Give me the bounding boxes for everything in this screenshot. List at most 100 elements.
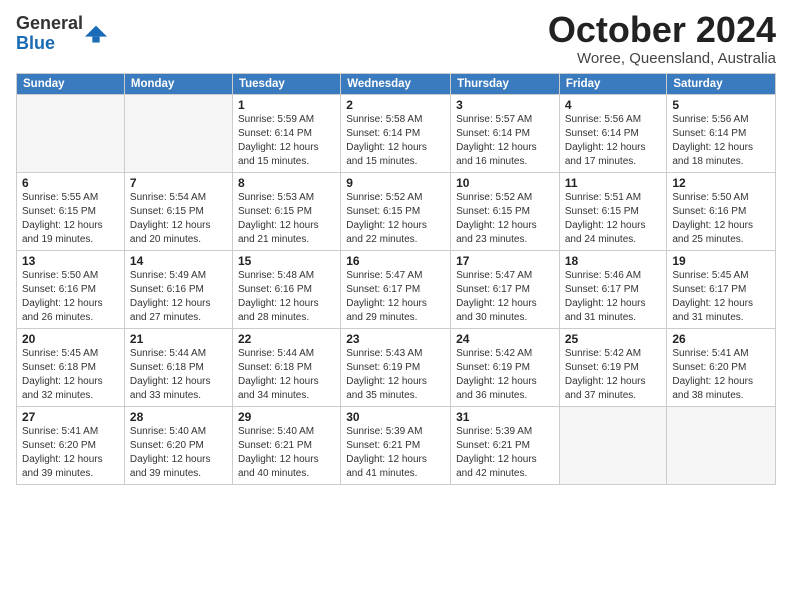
day-info: Sunrise: 5:58 AM Sunset: 6:14 PM Dayligh…	[346, 113, 445, 169]
day-number: 8	[238, 176, 335, 190]
calendar-cell: 21Sunrise: 5:44 AM Sunset: 6:18 PM Dayli…	[124, 328, 232, 406]
calendar-cell: 15Sunrise: 5:48 AM Sunset: 6:16 PM Dayli…	[232, 250, 340, 328]
calendar-cell: 5Sunrise: 5:56 AM Sunset: 6:14 PM Daylig…	[667, 94, 776, 172]
calendar-cell: 12Sunrise: 5:50 AM Sunset: 6:16 PM Dayli…	[667, 172, 776, 250]
calendar-cell: 3Sunrise: 5:57 AM Sunset: 6:14 PM Daylig…	[451, 94, 560, 172]
day-info: Sunrise: 5:44 AM Sunset: 6:18 PM Dayligh…	[130, 347, 227, 403]
day-number: 26	[672, 332, 770, 346]
calendar-cell: 29Sunrise: 5:40 AM Sunset: 6:21 PM Dayli…	[232, 406, 340, 484]
day-info: Sunrise: 5:56 AM Sunset: 6:14 PM Dayligh…	[565, 113, 662, 169]
day-info: Sunrise: 5:46 AM Sunset: 6:17 PM Dayligh…	[565, 269, 662, 325]
day-number: 18	[565, 254, 662, 268]
day-info: Sunrise: 5:50 AM Sunset: 6:16 PM Dayligh…	[22, 269, 119, 325]
day-number: 14	[130, 254, 227, 268]
calendar-cell: 10Sunrise: 5:52 AM Sunset: 6:15 PM Dayli…	[451, 172, 560, 250]
day-number: 12	[672, 176, 770, 190]
header: General Blue October 2024 Woree, Queensl…	[16, 10, 776, 67]
logo: General Blue	[16, 14, 107, 54]
calendar-cell: 26Sunrise: 5:41 AM Sunset: 6:20 PM Dayli…	[667, 328, 776, 406]
day-number: 4	[565, 98, 662, 112]
day-number: 27	[22, 410, 119, 424]
day-info: Sunrise: 5:55 AM Sunset: 6:15 PM Dayligh…	[22, 191, 119, 247]
month-title: October 2024	[548, 10, 776, 50]
day-info: Sunrise: 5:39 AM Sunset: 6:21 PM Dayligh…	[456, 425, 554, 481]
day-info: Sunrise: 5:47 AM Sunset: 6:17 PM Dayligh…	[346, 269, 445, 325]
week-row-3: 20Sunrise: 5:45 AM Sunset: 6:18 PM Dayli…	[17, 328, 776, 406]
day-info: Sunrise: 5:41 AM Sunset: 6:20 PM Dayligh…	[672, 347, 770, 403]
day-number: 9	[346, 176, 445, 190]
day-info: Sunrise: 5:53 AM Sunset: 6:15 PM Dayligh…	[238, 191, 335, 247]
logo-general-text: General	[16, 13, 83, 33]
day-info: Sunrise: 5:52 AM Sunset: 6:15 PM Dayligh…	[456, 191, 554, 247]
day-info: Sunrise: 5:56 AM Sunset: 6:14 PM Dayligh…	[672, 113, 770, 169]
day-number: 28	[130, 410, 227, 424]
calendar-cell	[124, 94, 232, 172]
calendar-cell: 4Sunrise: 5:56 AM Sunset: 6:14 PM Daylig…	[559, 94, 667, 172]
location: Woree, Queensland, Australia	[548, 50, 776, 67]
calendar-cell: 11Sunrise: 5:51 AM Sunset: 6:15 PM Dayli…	[559, 172, 667, 250]
week-row-1: 6Sunrise: 5:55 AM Sunset: 6:15 PM Daylig…	[17, 172, 776, 250]
week-row-2: 13Sunrise: 5:50 AM Sunset: 6:16 PM Dayli…	[17, 250, 776, 328]
calendar-cell: 23Sunrise: 5:43 AM Sunset: 6:19 PM Dayli…	[341, 328, 451, 406]
day-number: 19	[672, 254, 770, 268]
day-info: Sunrise: 5:45 AM Sunset: 6:17 PM Dayligh…	[672, 269, 770, 325]
logo-blue-text: Blue	[16, 33, 55, 53]
weekday-saturday: Saturday	[667, 73, 776, 94]
calendar-cell: 16Sunrise: 5:47 AM Sunset: 6:17 PM Dayli…	[341, 250, 451, 328]
day-info: Sunrise: 5:44 AM Sunset: 6:18 PM Dayligh…	[238, 347, 335, 403]
weekday-header-row: SundayMondayTuesdayWednesdayThursdayFrid…	[17, 73, 776, 94]
day-info: Sunrise: 5:49 AM Sunset: 6:16 PM Dayligh…	[130, 269, 227, 325]
day-number: 13	[22, 254, 119, 268]
week-row-0: 1Sunrise: 5:59 AM Sunset: 6:14 PM Daylig…	[17, 94, 776, 172]
day-number: 30	[346, 410, 445, 424]
calendar-cell: 13Sunrise: 5:50 AM Sunset: 6:16 PM Dayli…	[17, 250, 125, 328]
calendar-cell: 27Sunrise: 5:41 AM Sunset: 6:20 PM Dayli…	[17, 406, 125, 484]
weekday-wednesday: Wednesday	[341, 73, 451, 94]
calendar-cell: 28Sunrise: 5:40 AM Sunset: 6:20 PM Dayli…	[124, 406, 232, 484]
day-info: Sunrise: 5:42 AM Sunset: 6:19 PM Dayligh…	[565, 347, 662, 403]
day-number: 22	[238, 332, 335, 346]
day-info: Sunrise: 5:57 AM Sunset: 6:14 PM Dayligh…	[456, 113, 554, 169]
day-info: Sunrise: 5:40 AM Sunset: 6:20 PM Dayligh…	[130, 425, 227, 481]
day-info: Sunrise: 5:59 AM Sunset: 6:14 PM Dayligh…	[238, 113, 335, 169]
day-number: 31	[456, 410, 554, 424]
weekday-tuesday: Tuesday	[232, 73, 340, 94]
calendar-cell: 30Sunrise: 5:39 AM Sunset: 6:21 PM Dayli…	[341, 406, 451, 484]
calendar-table: SundayMondayTuesdayWednesdayThursdayFrid…	[16, 73, 776, 485]
day-number: 29	[238, 410, 335, 424]
weekday-thursday: Thursday	[451, 73, 560, 94]
week-row-4: 27Sunrise: 5:41 AM Sunset: 6:20 PM Dayli…	[17, 406, 776, 484]
calendar-cell: 1Sunrise: 5:59 AM Sunset: 6:14 PM Daylig…	[232, 94, 340, 172]
calendar-cell: 8Sunrise: 5:53 AM Sunset: 6:15 PM Daylig…	[232, 172, 340, 250]
calendar-cell: 20Sunrise: 5:45 AM Sunset: 6:18 PM Dayli…	[17, 328, 125, 406]
day-info: Sunrise: 5:41 AM Sunset: 6:20 PM Dayligh…	[22, 425, 119, 481]
day-number: 16	[346, 254, 445, 268]
day-info: Sunrise: 5:48 AM Sunset: 6:16 PM Dayligh…	[238, 269, 335, 325]
calendar-cell: 24Sunrise: 5:42 AM Sunset: 6:19 PM Dayli…	[451, 328, 560, 406]
day-info: Sunrise: 5:42 AM Sunset: 6:19 PM Dayligh…	[456, 347, 554, 403]
calendar-cell: 17Sunrise: 5:47 AM Sunset: 6:17 PM Dayli…	[451, 250, 560, 328]
day-info: Sunrise: 5:52 AM Sunset: 6:15 PM Dayligh…	[346, 191, 445, 247]
title-block: October 2024 Woree, Queensland, Australi…	[548, 10, 776, 67]
calendar-cell: 7Sunrise: 5:54 AM Sunset: 6:15 PM Daylig…	[124, 172, 232, 250]
day-info: Sunrise: 5:50 AM Sunset: 6:16 PM Dayligh…	[672, 191, 770, 247]
day-number: 23	[346, 332, 445, 346]
day-number: 21	[130, 332, 227, 346]
day-number: 17	[456, 254, 554, 268]
day-number: 2	[346, 98, 445, 112]
logo-icon	[85, 22, 107, 44]
day-number: 24	[456, 332, 554, 346]
calendar-cell	[559, 406, 667, 484]
calendar-cell: 14Sunrise: 5:49 AM Sunset: 6:16 PM Dayli…	[124, 250, 232, 328]
day-number: 1	[238, 98, 335, 112]
calendar-cell: 2Sunrise: 5:58 AM Sunset: 6:14 PM Daylig…	[341, 94, 451, 172]
day-info: Sunrise: 5:39 AM Sunset: 6:21 PM Dayligh…	[346, 425, 445, 481]
calendar-cell: 19Sunrise: 5:45 AM Sunset: 6:17 PM Dayli…	[667, 250, 776, 328]
day-number: 25	[565, 332, 662, 346]
day-info: Sunrise: 5:40 AM Sunset: 6:21 PM Dayligh…	[238, 425, 335, 481]
day-number: 6	[22, 176, 119, 190]
day-number: 15	[238, 254, 335, 268]
day-info: Sunrise: 5:51 AM Sunset: 6:15 PM Dayligh…	[565, 191, 662, 247]
weekday-monday: Monday	[124, 73, 232, 94]
day-number: 20	[22, 332, 119, 346]
